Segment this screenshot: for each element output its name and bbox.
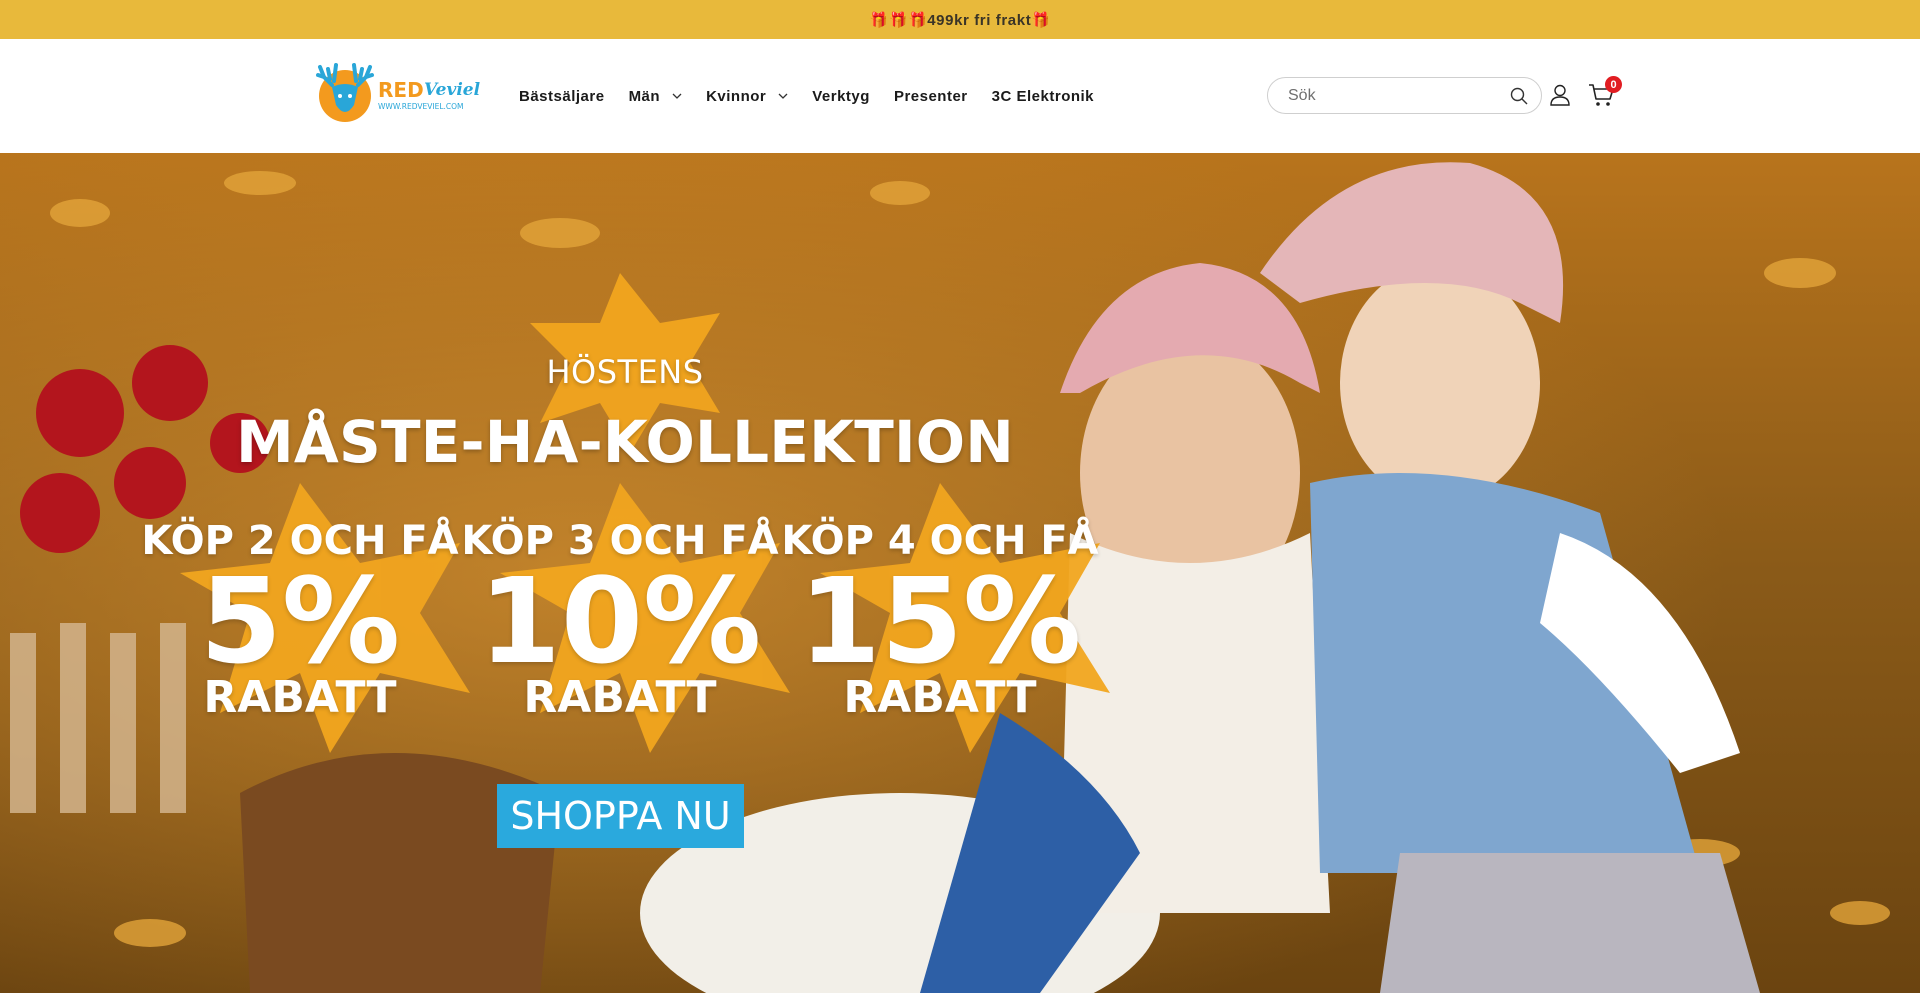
site-header: RED Veviel WWW.REDVEVIEL.COM Bästsäljare…	[0, 39, 1920, 154]
offer-buy-2: KÖP 2 OCH FÅ 5% RABATT	[140, 518, 460, 720]
main-nav: Bästsäljare Män Kvinnor Verktyg Presente…	[519, 39, 1118, 153]
brand-name-red: RED	[378, 78, 424, 102]
nav-item-label: Verktyg	[812, 87, 870, 105]
announcement-text: 🎁🎁🎁499kr fri frakt🎁	[869, 11, 1051, 29]
brand-name-script: Veviel	[424, 80, 480, 100]
hero-title: MÅSTE-HA-KOLLEKTION	[235, 408, 1015, 476]
brand-url: WWW.REDVEVIEL.COM	[378, 102, 464, 111]
nav-item-bastsaljare[interactable]: Bästsäljare	[519, 88, 605, 105]
nav-item-label: Män	[628, 87, 661, 105]
nav-item-man[interactable]: Män	[629, 88, 683, 105]
offer-percent: 10%	[478, 552, 762, 690]
offer-percent: 15%	[798, 552, 1082, 690]
offer-buy-4: KÖP 4 OCH FÅ 15% RABATT	[780, 518, 1100, 720]
announcement-bar: 🎁🎁🎁499kr fri frakt🎁	[0, 0, 1920, 39]
nav-item-kvinnor[interactable]: Kvinnor	[706, 88, 788, 105]
cart-count-badge: 0	[1605, 76, 1622, 93]
user-icon[interactable]	[1548, 83, 1572, 107]
hero-banner[interactable]: HÖSTENS MÅSTE-HA-KOLLEKTION KÖP 2 OCH FÅ…	[0, 153, 1920, 993]
nav-item-label: Bästsäljare	[519, 87, 605, 105]
offer-buy-3: KÖP 3 OCH FÅ 10% RABATT	[460, 518, 780, 720]
search-icon[interactable]	[1509, 86, 1529, 106]
nav-item-verktyg[interactable]: Verktyg	[812, 88, 870, 105]
brand-logo[interactable]: RED Veviel WWW.REDVEVIEL.COM	[310, 63, 480, 125]
nav-item-3c-elektronik[interactable]: 3C Elektronik	[992, 88, 1094, 105]
nav-item-label: Kvinnor	[706, 87, 767, 105]
nav-item-presenter[interactable]: Presenter	[894, 88, 968, 105]
nav-item-label: 3C Elektronik	[991, 87, 1095, 105]
offer-label: RABATT	[203, 672, 397, 723]
chevron-down-icon	[672, 93, 682, 99]
search-input[interactable]	[1288, 78, 1498, 113]
nav-item-label: Presenter	[893, 87, 968, 105]
offer-percent: 5%	[199, 552, 401, 690]
hero-subtitle: HÖSTENS	[546, 353, 704, 391]
chevron-down-icon	[778, 93, 788, 99]
search-box	[1267, 77, 1542, 114]
shop-now-button[interactable]: SHOPPA NU	[497, 784, 744, 848]
